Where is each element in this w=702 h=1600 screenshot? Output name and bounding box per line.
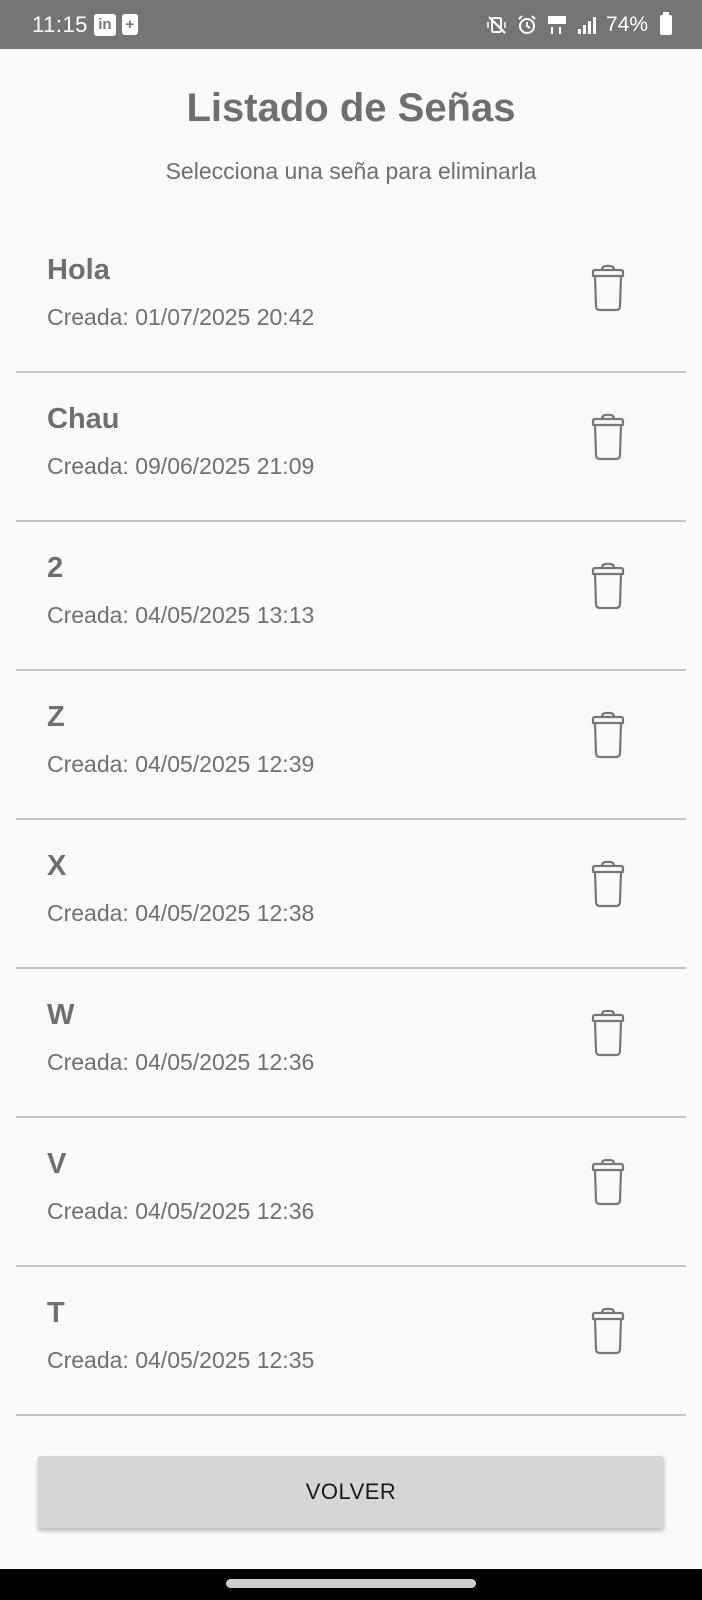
trash-icon [589, 561, 627, 611]
list-item[interactable]: X Creada: 04/05/2025 12:38 [16, 820, 686, 969]
page-subtitle: Selecciona una seña para eliminarla [165, 158, 537, 184]
list-item[interactable]: Z Creada: 04/05/2025 12:39 [16, 671, 686, 820]
list-item[interactable]: V Creada: 04/05/2025 12:36 [16, 1118, 686, 1267]
delete-button[interactable] [586, 1007, 630, 1059]
home-gesture-handle[interactable] [226, 1579, 476, 1588]
list-item[interactable]: 2 Creada: 04/05/2025 13:13 [16, 522, 686, 671]
delete-button[interactable] [586, 411, 630, 463]
sign-created-date: Creada: 04/05/2025 12:39 [47, 751, 315, 777]
list-item[interactable]: W Creada: 04/05/2025 12:36 [16, 969, 686, 1118]
trash-icon [589, 1008, 627, 1058]
sign-created-date: Creada: 04/05/2025 12:35 [47, 1347, 315, 1373]
status-bar-right: 74% [486, 11, 672, 37]
sign-created-date: Creada: 09/06/2025 21:09 [47, 453, 315, 479]
trash-icon [589, 263, 627, 313]
sign-name: Chau [47, 403, 120, 435]
battery-icon [660, 11, 672, 35]
sign-created-date: Creada: 04/05/2025 12:38 [47, 900, 315, 926]
list-item[interactable]: Chau Creada: 09/06/2025 21:09 [16, 373, 686, 522]
delete-button[interactable] [586, 858, 630, 910]
delete-button[interactable] [586, 560, 630, 612]
list-item[interactable]: Hola Creada: 01/07/2025 20:42 [16, 224, 686, 373]
sign-created-date: Creada: 04/05/2025 12:36 [47, 1049, 315, 1075]
sign-name: X [47, 850, 67, 882]
status-bar-left: 11:15 in + [32, 12, 138, 38]
sign-name: Hola [47, 254, 110, 286]
trash-icon [589, 859, 627, 909]
back-button[interactable]: VOLVER [38, 1456, 664, 1528]
sign-list: Hola Creada: 01/07/2025 20:42 Chau Creada: … [16, 224, 686, 1416]
trash-icon [589, 412, 627, 462]
delete-button[interactable] [586, 262, 630, 314]
status-time: 11:15 [32, 11, 88, 37]
page-title: Listado de Señas [186, 86, 516, 130]
health-app-icon: + [121, 14, 138, 35]
delete-button[interactable] [586, 709, 630, 761]
trash-icon [589, 1306, 627, 1356]
signal-icon [576, 14, 598, 36]
sign-name: T [47, 1297, 65, 1329]
sign-created-date: Creada: 01/07/2025 20:42 [47, 304, 315, 330]
list-item[interactable]: T Creada: 04/05/2025 12:35 [16, 1267, 686, 1416]
trash-icon [589, 1157, 627, 1207]
sign-created-date: Creada: 04/05/2025 13:13 [47, 602, 315, 628]
sign-name: W [47, 999, 75, 1031]
status-bar: 11:15 in + 74% [0, 0, 702, 49]
navigation-bar [0, 1569, 702, 1600]
delete-button[interactable] [586, 1305, 630, 1357]
sign-created-date: Creada: 04/05/2025 12:36 [47, 1198, 315, 1224]
battery-percent: 74% [605, 12, 648, 36]
trash-icon [589, 710, 627, 760]
sign-name: Z [47, 701, 65, 733]
screen: 11:15 in + 74% Listado de Señas Seleccio… [0, 0, 702, 1600]
vibrate-mute-icon [486, 14, 508, 36]
sign-name: 2 [47, 552, 64, 584]
sign-name: V [47, 1148, 67, 1180]
linkedin-icon: in [93, 13, 116, 36]
delete-button[interactable] [586, 1156, 630, 1208]
alarm-icon [516, 14, 538, 36]
network-4g-icon [546, 14, 568, 36]
